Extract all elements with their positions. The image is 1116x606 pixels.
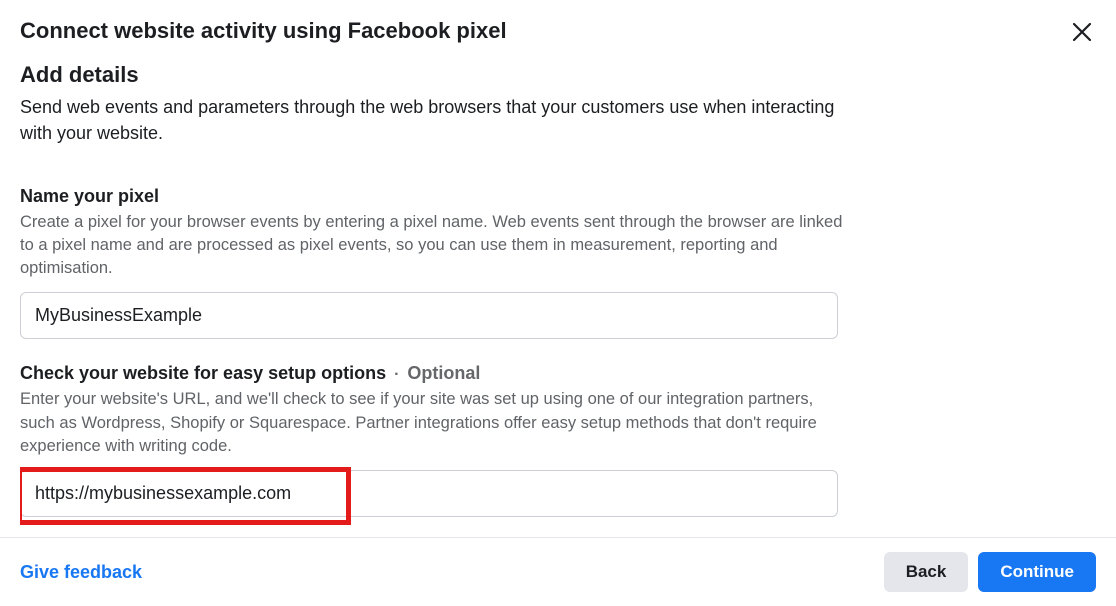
modal-title: Connect website activity using Facebook … <box>20 18 507 44</box>
give-feedback-link[interactable]: Give feedback <box>20 562 142 583</box>
website-url-input[interactable] <box>20 470 838 517</box>
back-button[interactable]: Back <box>884 552 969 592</box>
website-check-label: Check your website for easy setup option… <box>20 363 386 384</box>
pixel-name-label: Name your pixel <box>20 186 860 207</box>
optional-tag: Optional <box>407 363 480 384</box>
continue-button[interactable]: Continue <box>978 552 1096 592</box>
modal-footer: Give feedback Back Continue <box>0 537 1116 606</box>
close-icon[interactable] <box>1064 18 1100 48</box>
website-url-row <box>20 470 838 517</box>
footer-buttons: Back Continue <box>884 552 1096 592</box>
website-check-field: Check your website for easy setup option… <box>20 363 860 516</box>
modal-content: Add details Send web events and paramete… <box>20 62 1096 537</box>
pixel-name-help: Create a pixel for your browser events b… <box>20 211 850 280</box>
modal-header: Connect website activity using Facebook … <box>20 18 1096 62</box>
pixel-name-field: Name your pixel Create a pixel for your … <box>20 186 860 339</box>
separator-dot: · <box>394 366 399 384</box>
website-check-help: Enter your website's URL, and we'll chec… <box>20 388 850 457</box>
pixel-setup-modal: Connect website activity using Facebook … <box>0 0 1116 606</box>
pixel-name-input[interactable] <box>20 292 838 339</box>
add-details-heading: Add details <box>20 62 1096 88</box>
add-details-description: Send web events and parameters through t… <box>20 94 850 146</box>
